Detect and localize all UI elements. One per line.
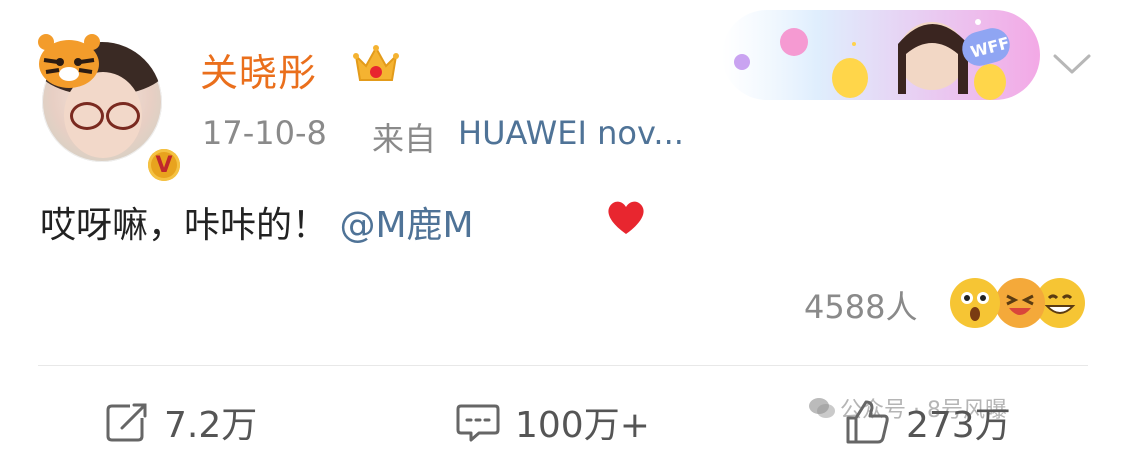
avatar-glasses-right: [106, 102, 140, 130]
crown-icon: [353, 45, 399, 81]
decorative-banner: WFF: [722, 10, 1040, 100]
share-button[interactable]: 7.2万: [104, 396, 257, 448]
reaction-count[interactable]: 4588人: [804, 282, 917, 328]
tiger-frame-icon: [38, 34, 100, 88]
like-count: 273万: [906, 405, 1011, 446]
post-source-prefix: 来自: [372, 120, 437, 158]
wechat-icon: [809, 398, 835, 418]
divider: [38, 365, 1088, 366]
chevron-down-icon[interactable]: [1052, 52, 1092, 76]
share-count: 7.2万: [164, 405, 258, 446]
share-icon: [106, 403, 147, 442]
wow-emoji-icon: [950, 278, 1000, 328]
heart-icon: [608, 201, 644, 234]
mention-link[interactable]: @M鹿M: [339, 205, 473, 246]
laugh-emoji-icon: [995, 278, 1045, 328]
post-text: 哎呀嘛，咔咔的！ @M鹿M: [40, 196, 474, 248]
post-text-main: 哎呀嘛，咔咔的！: [40, 205, 329, 246]
post-source-device[interactable]: HUAWEI nov...: [458, 114, 684, 152]
like-button[interactable]: 273万: [842, 396, 1011, 448]
comment-count: 100万+: [515, 405, 650, 446]
comment-button[interactable]: 100万+: [455, 396, 650, 448]
comment-icon: [456, 404, 500, 442]
username[interactable]: 关晓彤: [200, 42, 317, 97]
thumbs-up-icon: [846, 400, 889, 444]
verified-badge-icon: V: [144, 145, 184, 185]
post-time: 17-10-8: [202, 114, 327, 152]
avatar-container[interactable]: V: [34, 32, 184, 185]
avatar-glasses-left: [70, 102, 104, 130]
